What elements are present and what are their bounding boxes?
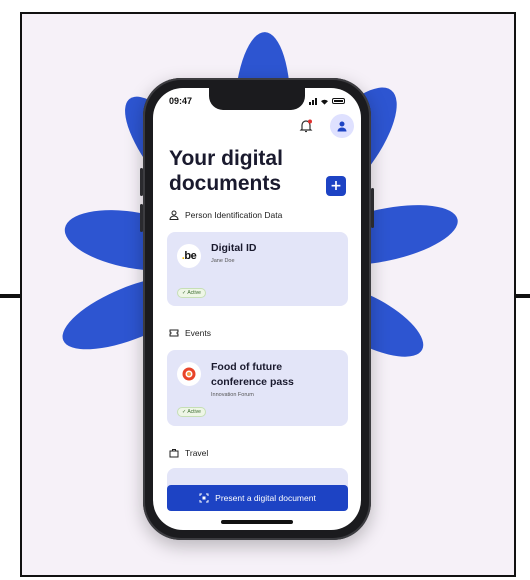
- status-icons: [309, 97, 345, 105]
- plus-icon: +: [330, 178, 342, 194]
- card-title: Digital ID: [211, 242, 257, 254]
- phone-mockup: 09:47 Your digital documents + Person Id…: [140, 78, 374, 540]
- home-indicator[interactable]: [221, 520, 293, 524]
- section-label: Travel: [185, 448, 209, 458]
- card-subtitle: Innovation Forum: [211, 392, 254, 398]
- status-time: 09:47: [169, 96, 193, 106]
- status-badge: ✓ Active: [177, 407, 206, 417]
- event-logo: [177, 362, 201, 386]
- present-document-button[interactable]: Present a digital document: [167, 485, 348, 511]
- divider-line-right: [514, 294, 530, 298]
- user-icon: [337, 121, 347, 132]
- phone-screen: 09:47 Your digital documents + Person Id…: [153, 88, 361, 530]
- wifi-icon: [321, 99, 328, 105]
- document-card-conference[interactable]: Food of future conference pass Innovatio…: [167, 350, 348, 426]
- ticket-icon: [169, 329, 179, 337]
- qr-scan-icon: [199, 493, 209, 503]
- notification-bell-icon[interactable]: [298, 118, 314, 134]
- profile-avatar-button[interactable]: [330, 114, 354, 138]
- page-title: Your digital documents: [169, 147, 283, 195]
- card-subtitle: Jane Doe: [211, 258, 235, 264]
- card-title-line2: conference pass: [211, 376, 294, 388]
- signal-icon: [309, 97, 317, 105]
- person-icon: [169, 210, 179, 220]
- document-card-digital-id[interactable]: .be Digital ID Jane Doe ✓ Active: [167, 232, 348, 306]
- section-header-events: Events: [169, 328, 211, 338]
- present-button-label: Present a digital document: [215, 493, 316, 503]
- phone-volume-button: [140, 204, 143, 232]
- status-badge: ✓ Active: [177, 288, 206, 298]
- phone-volume-button: [140, 168, 143, 196]
- briefcase-icon: [169, 449, 179, 458]
- phone-notch: [209, 88, 305, 110]
- card-title: Food of future: [211, 361, 283, 373]
- belgium-logo: .be: [177, 244, 201, 268]
- section-header-travel: Travel: [169, 448, 208, 458]
- battery-icon: [332, 98, 345, 104]
- add-document-button[interactable]: +: [326, 176, 346, 196]
- section-label: Person Identification Data: [185, 210, 283, 220]
- phone-power-button: [371, 188, 374, 228]
- section-header-pid: Person Identification Data: [169, 210, 282, 220]
- section-label: Events: [185, 328, 211, 338]
